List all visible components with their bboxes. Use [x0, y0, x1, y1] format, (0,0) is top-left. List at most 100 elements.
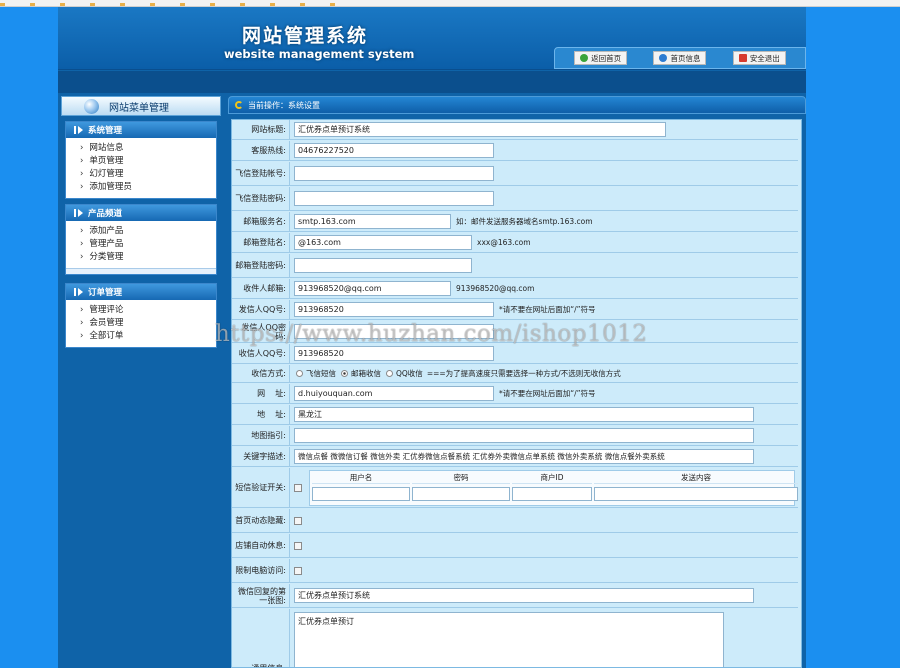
sender-qq-note: *请不要在网址后面加“/”符号	[499, 305, 596, 314]
fetion-password-input[interactable]	[294, 191, 494, 206]
limit-pc-checkbox[interactable]	[294, 566, 302, 575]
menu-group-title: 系统管理	[88, 126, 123, 136]
home-info-button[interactable]: 首页信息	[653, 51, 707, 65]
sidebar-item-comments[interactable]: 管理评论	[80, 304, 216, 317]
system-subtitle: website management system	[224, 47, 415, 61]
sidebar-header: 网站菜单管理	[61, 96, 221, 116]
mail-password-input[interactable]	[294, 258, 472, 273]
mail-server-input[interactable]: smtp.163.com	[294, 214, 451, 229]
logout-button[interactable]: 安全退出	[732, 51, 786, 65]
mail-password-label: 邮箱登陆密码:	[232, 254, 290, 277]
row-sender-qq-password: 发信人QQ密码:	[232, 321, 798, 343]
website-label: 网 址:	[232, 384, 290, 403]
sms-content-input[interactable]	[594, 487, 798, 501]
sms-username-input[interactable]	[312, 487, 410, 501]
sidebar-title: 网站菜单管理	[109, 102, 169, 114]
bookmark-item[interactable]	[0, 2, 8, 6]
row-site-title: 网站标题: 汇优券点单预订系统	[232, 120, 798, 140]
sms-verify-checkbox[interactable]	[294, 483, 302, 492]
row-general-info: 通用信息: 汇优券点单预订	[232, 609, 798, 667]
home-hide-checkbox[interactable]	[294, 516, 302, 525]
general-info-label: 通用信息:	[232, 609, 290, 667]
website-input[interactable]: d.huiyouquan.com	[294, 386, 494, 401]
recipient-email-label: 收件人邮箱:	[232, 279, 290, 298]
sidebar-item-members[interactable]: 会员管理	[80, 317, 216, 330]
bookmark-item[interactable]	[30, 2, 38, 6]
website-note: *请不要在网址后面加“/”符号	[499, 389, 596, 398]
fetion-account-label: 飞信登陆帐号:	[232, 162, 290, 185]
mail-login-label: 邮箱登陆名:	[232, 233, 290, 252]
arrow-right-icon	[78, 209, 83, 217]
site-title-input[interactable]: 汇优券点单预订系统	[294, 122, 666, 137]
breadcrumb: 当前操作： 系统设置	[228, 96, 806, 114]
sms-col-content: 发送内容	[594, 471, 798, 484]
address-label: 地 址:	[232, 405, 290, 424]
sidebar-item-all-orders[interactable]: 全部订单	[80, 330, 216, 343]
bookmarks-bar	[0, 0, 900, 7]
map-guide-input[interactable]	[294, 428, 754, 443]
sms-settings-table: 用户名 密码 商户ID 发送内容	[309, 469, 798, 506]
arrow-right-icon	[78, 126, 83, 134]
globe-icon	[84, 98, 99, 114]
radio-qq[interactable]	[386, 370, 393, 377]
wechat-first-input[interactable]: 汇优券点单预订系统	[294, 588, 754, 603]
row-sender-qq: 发信人QQ号: 913968520 *请不要在网址后面加“/”符号	[232, 300, 798, 320]
bar-icon	[74, 288, 76, 296]
hotline-label: 客服热线:	[232, 141, 290, 160]
row-map-guide: 地图指引:	[232, 426, 798, 446]
site-title-label: 网站标题:	[232, 120, 290, 139]
radio-qq-label: QQ收信	[396, 369, 423, 378]
mail-login-input[interactable]: @163.com	[294, 235, 472, 250]
row-mail-server: 邮箱服务名: smtp.163.com 如：邮件发送服务器域名smtp.163.c…	[232, 212, 798, 232]
sidebar-item-site-info[interactable]: 网站信息	[80, 142, 216, 155]
row-receiver-qq: 收信人QQ号: 913968520	[232, 344, 798, 364]
sidebar-item-slides[interactable]: 幻灯管理	[80, 168, 216, 181]
sidebar-item-pages[interactable]: 单页管理	[80, 155, 216, 168]
hotline-input[interactable]: 04676227520	[294, 143, 494, 158]
row-wechat-first: 微信回复的第一张图: 汇优券点单预订系统	[232, 584, 798, 608]
menu-group-header[interactable]: 系统管理	[66, 122, 216, 138]
radio-fetion[interactable]	[296, 370, 303, 377]
mail-login-note: xxx@163.com	[477, 238, 531, 247]
home-hide-label: 首页动态隐藏:	[232, 509, 290, 532]
menu-group-header[interactable]: 订单管理	[66, 284, 216, 300]
fetion-password-label: 飞信登陆密码:	[232, 187, 290, 210]
breadcrumb-prefix: 当前操作：	[248, 100, 288, 110]
sidebar-item-add-product[interactable]: 添加产品	[80, 225, 216, 238]
back-home-button[interactable]: 返回首页	[574, 51, 628, 65]
breadcrumb-current: 系统设置	[288, 100, 320, 110]
sms-col-password: 密码	[412, 471, 510, 484]
admin-page: 网站管理系统 website management system 返回首页 首页…	[58, 7, 806, 668]
recipient-email-input[interactable]: 913968520@qq.com	[294, 281, 451, 296]
sms-col-merchant-id: 商户ID	[512, 471, 592, 484]
limit-pc-label: 限制电脑访问:	[232, 559, 290, 582]
bar-icon	[74, 126, 76, 134]
sender-qq-password-input[interactable]	[294, 324, 494, 339]
sms-password-input[interactable]	[412, 487, 510, 501]
arrow-right-icon	[78, 288, 83, 296]
keywords-input[interactable]: 微信点餐 微微信订餐 微信外卖 汇优券微信点餐系统 汇优券外卖微信点单系统 微信…	[294, 449, 754, 464]
sidebar-item-manage-products[interactable]: 管理产品	[80, 238, 216, 251]
row-website: 网 址: d.huiyouquan.com *请不要在网址后面加“/”符号	[232, 384, 798, 404]
system-title: 网站管理系统	[242, 25, 369, 47]
menu-group-title: 订单管理	[88, 288, 123, 298]
mail-server-label: 邮箱服务名:	[232, 212, 290, 231]
general-info-textarea[interactable]: 汇优券点单预订	[294, 612, 724, 667]
radio-email[interactable]	[341, 370, 348, 377]
menu-group-header[interactable]: 产品频道	[66, 205, 216, 221]
menu-group-title: 产品频道	[88, 209, 123, 219]
radio-email-label: 邮箱收信	[351, 369, 381, 378]
radio-fetion-label: 飞信短信	[306, 369, 336, 378]
bar-icon	[74, 209, 76, 217]
row-home-hide: 首页动态隐藏:	[232, 509, 798, 533]
fetion-account-input[interactable]	[294, 166, 494, 181]
sms-merchant-id-input[interactable]	[512, 487, 592, 501]
refresh-icon	[235, 101, 243, 109]
receiver-qq-input[interactable]: 913968520	[294, 346, 494, 361]
auto-rest-checkbox[interactable]	[294, 541, 302, 550]
sender-qq-input[interactable]: 913968520	[294, 302, 494, 317]
address-input[interactable]: 黑龙江	[294, 407, 754, 422]
menu-group-system: 系统管理 网站信息 单页管理 幻灯管理 添加管理员	[65, 121, 217, 199]
sidebar-item-add-admin[interactable]: 添加管理员	[80, 181, 216, 194]
sidebar-item-categories[interactable]: 分类管理	[80, 251, 216, 264]
